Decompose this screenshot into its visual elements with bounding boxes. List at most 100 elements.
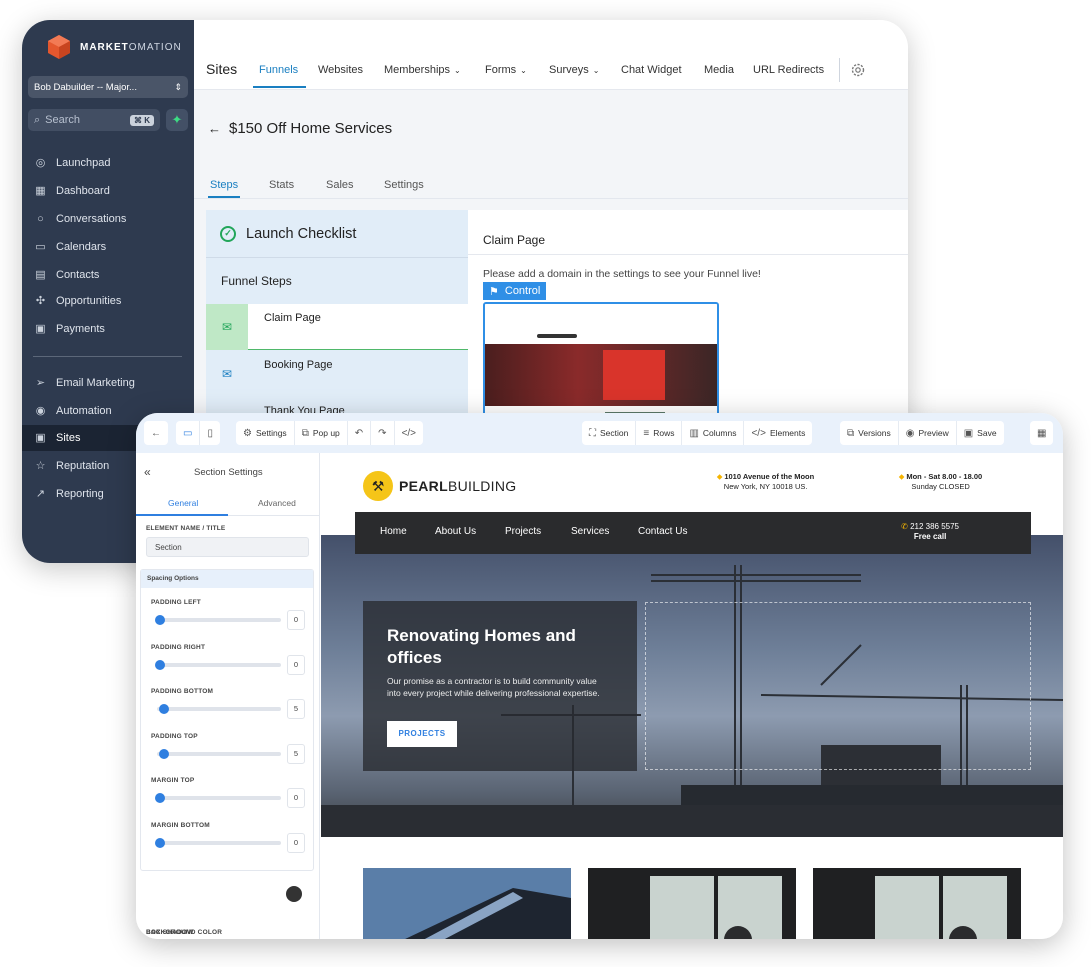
control-badge[interactable]: ⚑ Control xyxy=(483,282,547,300)
address-line2: New York, NY 10018 US. xyxy=(723,482,808,491)
dashboard-icon: ▦ xyxy=(35,184,46,197)
settings-button[interactable]: ⚙ Settings xyxy=(236,421,295,445)
subtab-steps[interactable]: Steps xyxy=(210,179,238,191)
margin-bottom-value[interactable]: 0 xyxy=(287,833,305,853)
tab-memberships[interactable]: Memberships ⌄ xyxy=(384,64,461,76)
section-button[interactable]: ⛶ Section xyxy=(582,421,637,445)
slider-knob[interactable] xyxy=(155,615,165,625)
margin-top-slider[interactable] xyxy=(155,793,281,803)
background-color-swatch[interactable] xyxy=(286,886,302,902)
versions-button[interactable]: ⧉ Versions xyxy=(840,421,899,445)
sidebar-item-payments[interactable]: ▣ Payments xyxy=(32,316,194,342)
gear-icon[interactable] xyxy=(850,62,866,78)
structure-group: ⛶ Section ≡ Rows ▥ Columns </> Elements xyxy=(582,421,813,445)
step-claim-page[interactable]: ✉ Claim Page xyxy=(206,304,468,350)
phone-icon: ✆ xyxy=(901,522,908,531)
subtab-stats[interactable]: Stats xyxy=(269,179,294,191)
funnel-steps-heading: Funnel Steps xyxy=(221,274,292,288)
contacts-icon: ▤ xyxy=(35,268,46,281)
back-button[interactable]: ← xyxy=(144,421,168,445)
tab-surveys[interactable]: Surveys ⌄ xyxy=(549,64,599,76)
tab-general[interactable]: General xyxy=(168,498,198,508)
tab-advanced[interactable]: Advanced xyxy=(258,498,296,508)
account-switcher[interactable]: Bob Dabuilder -- Major... ⇕ xyxy=(28,76,188,98)
code-button[interactable]: </> xyxy=(395,421,423,445)
padding-left-value[interactable]: 0 xyxy=(287,610,305,630)
account-label: Bob Dabuilder -- Major... xyxy=(34,81,137,93)
save-button[interactable]: ▣ Save xyxy=(957,421,1004,445)
project-thumbnail[interactable] xyxy=(813,868,1021,939)
tab-url-redirects[interactable]: URL Redirects xyxy=(753,64,824,76)
columns-button[interactable]: ▥ Columns xyxy=(682,421,745,445)
padding-left-slider[interactable] xyxy=(155,615,281,625)
sidebar-item-conversations[interactable]: ○ Conversations xyxy=(32,206,194,232)
brand-logo[interactable]: MARKETOMATION xyxy=(46,34,182,60)
padding-right-value[interactable]: 0 xyxy=(287,655,305,675)
rows-button[interactable]: ≡ Rows xyxy=(636,421,683,445)
section-icon: ⛶ xyxy=(589,427,596,439)
project-thumbnail[interactable] xyxy=(588,868,796,939)
step-booking-page[interactable]: ✉ Booking Page xyxy=(206,351,468,397)
collapse-icon[interactable]: « xyxy=(144,465,151,479)
phone-number: 212 386 5575 xyxy=(910,522,959,531)
sidebar-item-launchpad[interactable]: ◎ Launchpad xyxy=(32,150,194,176)
sidebar-item-opportunities[interactable]: ✣ Opportunities xyxy=(32,288,194,314)
sidebar-item-calendars[interactable]: ▭ Calendars xyxy=(32,234,194,260)
sidebar-item-email-marketing[interactable]: ➢ Email Marketing xyxy=(32,370,194,396)
margin-top-label: MARGIN TOP xyxy=(151,777,195,784)
mobile-view-button[interactable]: ▯ xyxy=(200,421,220,445)
page-name: Claim Page xyxy=(483,233,546,247)
slider-knob[interactable] xyxy=(155,793,165,803)
elements-button[interactable]: </> Elements xyxy=(744,421,812,445)
chevron-down-icon: ⌄ xyxy=(454,65,461,75)
site-nav-services[interactable]: Services xyxy=(571,526,609,537)
slider-knob[interactable] xyxy=(159,704,169,714)
margin-bottom-slider[interactable] xyxy=(155,838,281,848)
grid-button[interactable]: ▦ xyxy=(1030,421,1053,445)
spark-button[interactable]: ✦ xyxy=(166,109,188,131)
tab-media[interactable]: Media xyxy=(704,64,734,76)
popup-button[interactable]: ⧉ Pop up xyxy=(295,421,348,445)
selected-column-outline[interactable] xyxy=(645,602,1031,770)
sidebar-item-contacts[interactable]: ▤ Contacts xyxy=(32,262,194,288)
subtab-sales[interactable]: Sales xyxy=(326,179,354,191)
undo-button[interactable]: ↶ xyxy=(348,421,372,445)
slider-knob[interactable] xyxy=(155,660,165,670)
search-icon: ⌕ xyxy=(34,113,41,126)
tab-websites[interactable]: Websites xyxy=(318,64,363,76)
padding-bottom-value[interactable]: 5 xyxy=(287,699,305,719)
search-input[interactable]: ⌕ Search ⌘ K xyxy=(28,109,160,131)
tab-funnels[interactable]: Funnels xyxy=(259,64,298,76)
slider-knob[interactable] xyxy=(159,749,169,759)
padding-right-slider[interactable] xyxy=(155,660,281,670)
subtab-settings[interactable]: Settings xyxy=(384,179,424,191)
slider-knob[interactable] xyxy=(155,838,165,848)
back-arrow-icon[interactable]: ← xyxy=(208,121,221,136)
padding-top-value[interactable]: 5 xyxy=(287,744,305,764)
preview-button[interactable]: ◉ Preview xyxy=(899,421,957,445)
site-nav-projects[interactable]: Projects xyxy=(505,526,541,537)
thumb-logo xyxy=(537,334,577,338)
project-thumbnail[interactable] xyxy=(363,868,571,939)
margin-top-value[interactable]: 0 xyxy=(287,788,305,808)
grid-icon: ▦ xyxy=(1037,427,1047,439)
grid-group: ▦ xyxy=(1030,421,1054,445)
site-nav-bar: Home About Us Projects Services Contact … xyxy=(355,512,1031,554)
chevron-down-icon: ⌄ xyxy=(592,65,600,75)
tab-forms[interactable]: Forms ⌄ xyxy=(485,64,527,76)
redo-button[interactable]: ↷ xyxy=(371,421,395,445)
padding-bottom-slider[interactable] xyxy=(157,704,281,714)
hero-section[interactable]: Renovating Homes and offices Our promise… xyxy=(321,535,1063,837)
panel-title: Section Settings xyxy=(194,466,263,478)
site-nav-contact[interactable]: Contact Us xyxy=(638,526,687,537)
tab-chat-widget[interactable]: Chat Widget xyxy=(621,64,682,76)
padding-top-slider[interactable] xyxy=(157,749,281,759)
launch-checklist[interactable]: ✓ Launch Checklist xyxy=(206,210,468,258)
sidebar-item-dashboard[interactable]: ▦ Dashboard xyxy=(32,178,194,204)
projects-button[interactable]: PROJECTS xyxy=(387,721,457,747)
site-nav-home[interactable]: Home xyxy=(380,526,407,537)
site-nav-about[interactable]: About Us xyxy=(435,526,476,537)
desktop-view-button[interactable]: ▭ xyxy=(176,421,201,445)
site-logo[interactable]: ⚒ PEARLBUILDING xyxy=(363,471,516,501)
element-name-input[interactable]: Section xyxy=(146,537,309,557)
